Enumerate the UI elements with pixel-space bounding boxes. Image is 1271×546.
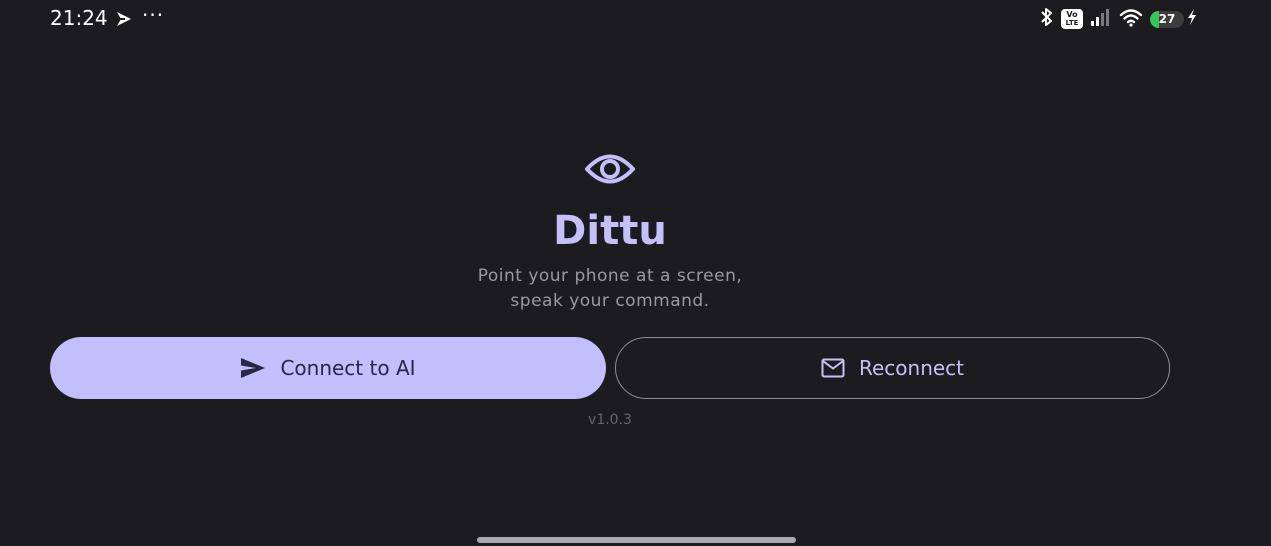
- cellular-signal-icon: [1090, 7, 1112, 31]
- app-screen: 21:24 ··· Vo LTE 27 Dittu Point your pho…: [0, 0, 1271, 546]
- tagline-line-1: Point your phone at a screen,: [477, 266, 743, 286]
- charging-bolt-icon: [1187, 8, 1197, 30]
- send-icon: [240, 357, 266, 379]
- tagline-line-2: speak your command.: [510, 291, 710, 311]
- more-notifications-indicator: ···: [142, 3, 165, 27]
- bluetooth-icon: [1040, 7, 1054, 31]
- reconnect-button[interactable]: Reconnect: [615, 337, 1170, 399]
- volte-badge-bottom: LTE: [1065, 19, 1079, 27]
- status-bar: 21:24 ··· Vo LTE 27: [0, 0, 1271, 40]
- status-icons: Vo LTE 27: [1040, 8, 1197, 30]
- status-time: 21:24: [50, 6, 108, 30]
- mail-icon: [821, 358, 845, 378]
- app-title: Dittu: [553, 208, 667, 254]
- battery-level: 27: [1158, 12, 1176, 26]
- eye-icon: [585, 150, 635, 188]
- volte-badge-top: Vo: [1066, 10, 1078, 19]
- navigation-arrow-icon: [115, 9, 133, 29]
- reconnect-button-label: Reconnect: [858, 356, 965, 380]
- home-indicator[interactable]: [477, 537, 796, 543]
- connect-button-label: Connect to AI: [280, 356, 416, 380]
- volte-icon: Vo LTE: [1061, 9, 1083, 29]
- wifi-icon: [1119, 7, 1143, 31]
- version-label: v1.0.3: [588, 412, 632, 428]
- battery-icon: 27: [1150, 10, 1184, 28]
- connect-to-ai-button[interactable]: Connect to AI: [50, 337, 606, 399]
